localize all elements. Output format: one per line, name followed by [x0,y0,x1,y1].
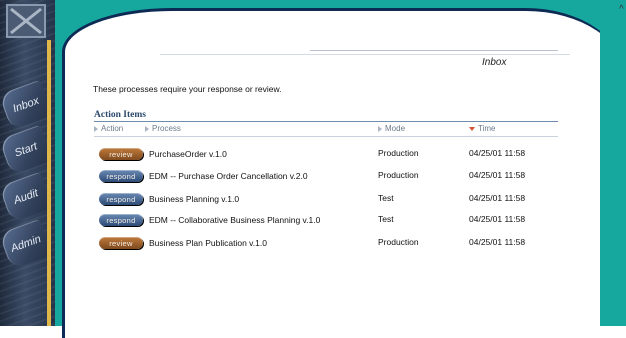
process-link[interactable]: Business Plan Publication v.1.0 [149,238,267,248]
table-row: respond EDM -- Collaborative Business Pl… [0,211,626,231]
respond-button[interactable]: respond [99,193,143,205]
table-row: respond EDM -- Purchase Order Cancellati… [0,167,626,187]
process-link[interactable]: PurchaseOrder v.1.0 [149,149,227,159]
process-link[interactable]: EDM -- Collaborative Business Planning v… [149,215,320,225]
mode-cell: Production [378,170,419,180]
section-title: Action Items [94,110,146,120]
header-rule [310,50,558,51]
review-button[interactable]: review [99,148,143,160]
sort-arrow-icon [94,125,98,132]
table-row: review PurchaseOrder v.1.0 Production 04… [0,145,626,165]
table-row: review Business Plan Publication v.1.0 P… [0,234,626,254]
page-title: Inbox [482,57,507,68]
time-cell: 04/25/01 11:58 [469,193,526,203]
respond-button[interactable]: respond [99,214,143,226]
caret-icon: ^ [619,4,624,15]
time-cell: 04/25/01 11:58 [469,214,526,224]
column-label: Process [152,124,181,133]
app-logo-icon [6,4,46,38]
column-label: Mode [385,124,406,133]
time-cell: 04/25/01 11:58 [469,237,526,247]
x-mark-icon [10,7,42,35]
mode-cell: Test [378,193,394,203]
process-link[interactable]: Business Planning v.1.0 [149,194,239,204]
time-cell: 04/25/01 11:58 [469,170,526,180]
process-link[interactable]: EDM -- Purchase Order Cancellation v.2.0 [149,171,308,181]
sort-arrow-icon [378,125,382,132]
mode-cell: Test [378,214,394,224]
mode-cell: Production [378,237,419,247]
time-cell: 04/25/01 11:58 [469,148,526,158]
table-row: respond Business Planning v.1.0 Test 04/… [0,190,626,210]
column-label: Action [101,124,124,133]
column-header-action[interactable]: Action [94,124,123,133]
review-button[interactable]: review [99,237,143,249]
column-header-mode[interactable]: Mode [378,124,405,133]
column-label: Time [478,124,496,133]
column-header-process[interactable]: Process [145,124,181,133]
respond-button[interactable]: respond [99,170,143,182]
intro-text: These processes require your response or… [93,84,282,94]
sort-desc-icon [469,126,475,131]
sort-arrow-icon [145,125,149,132]
header-divider [94,136,558,137]
header-rule-secondary [160,54,570,55]
mode-cell: Production [378,148,419,158]
column-header-time[interactable]: Time [469,124,495,133]
section-divider [94,121,558,122]
